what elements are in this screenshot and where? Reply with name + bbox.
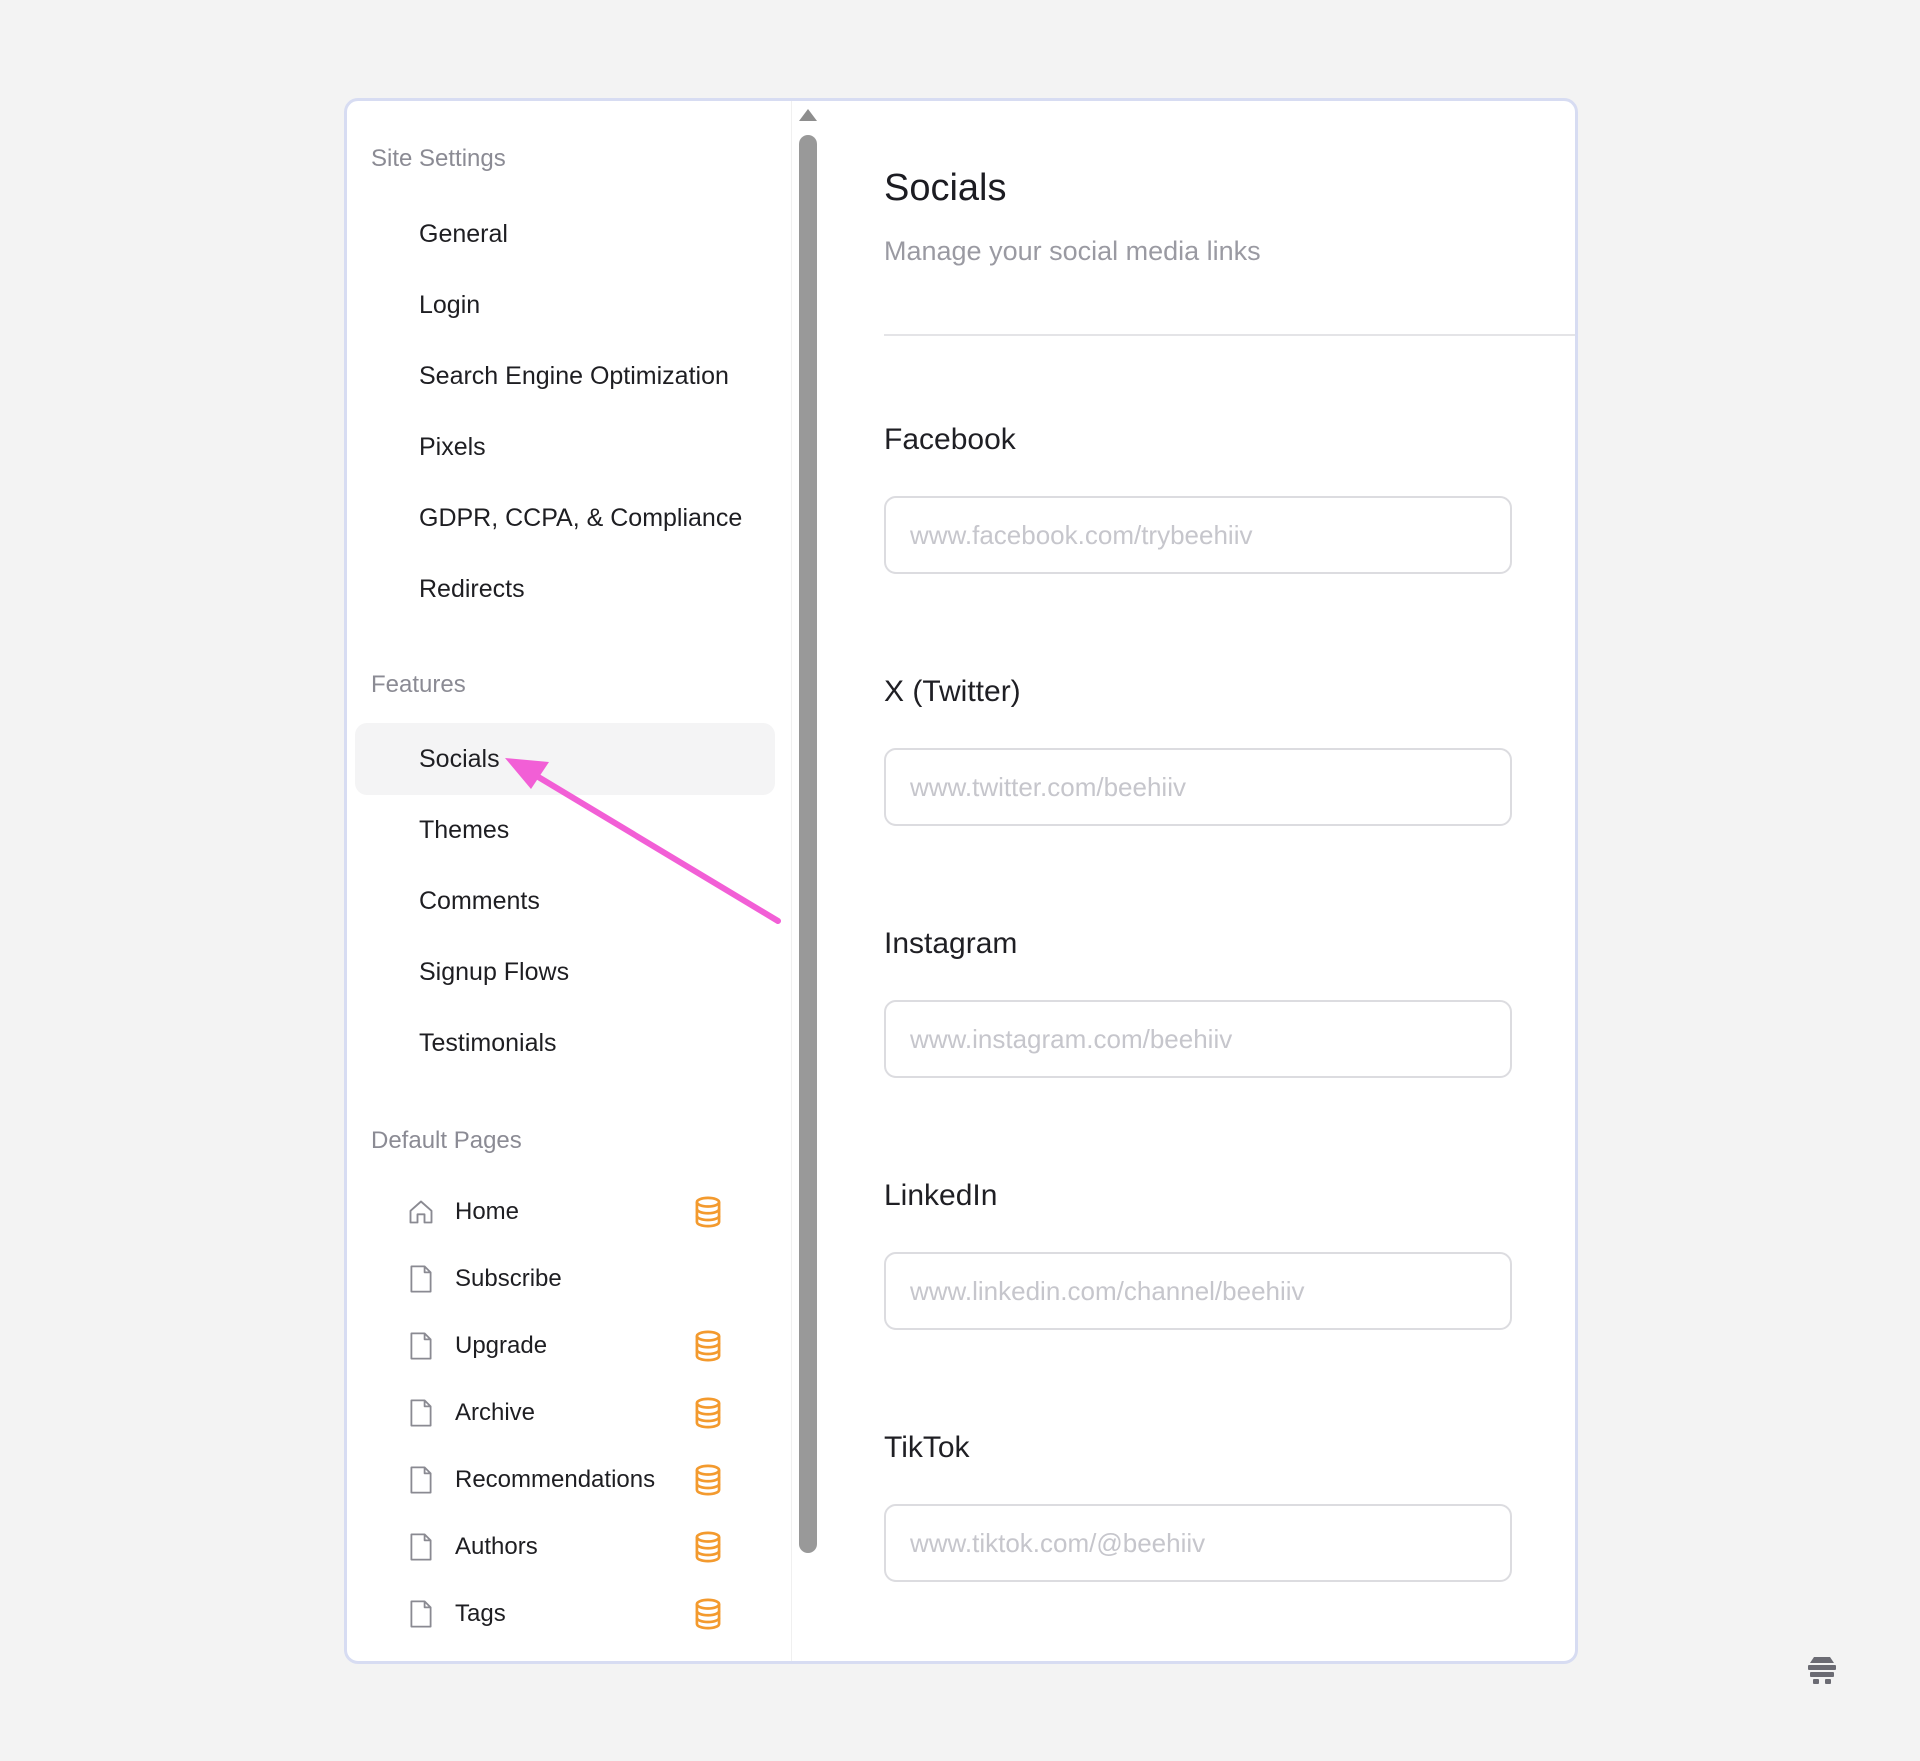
settings-panel: Site Settings General Login Search Engin… <box>344 98 1578 1664</box>
coins-icon <box>693 1330 723 1362</box>
sidebar-item-redirects[interactable]: Redirects <box>355 553 775 625</box>
sidebar-item-testimonials[interactable]: Testimonials <box>355 1007 775 1079</box>
sidebar-item-themes[interactable]: Themes <box>355 794 775 866</box>
coins-icon <box>693 1531 723 1563</box>
sidebar-item-signup-flows[interactable]: Signup Flows <box>355 936 775 1008</box>
sidebar-scrollbar-thumb[interactable] <box>799 135 817 1553</box>
sidebar-item-label: Signup Flows <box>419 957 570 986</box>
sidebar-item-general[interactable]: General <box>355 198 775 270</box>
page-icon <box>407 1263 435 1295</box>
page-item-home[interactable]: Home <box>407 1184 727 1240</box>
coins-icon <box>693 1196 723 1228</box>
sidebar-item-comments[interactable]: Comments <box>355 865 775 937</box>
sidebar-item-login[interactable]: Login <box>355 269 775 341</box>
sidebar-item-label: Pixels <box>419 432 486 461</box>
sidebar-item-label: Redirects <box>419 574 525 603</box>
twitter-label: X (Twitter) <box>884 675 1021 708</box>
page-item-label: Archive <box>455 1399 536 1426</box>
facebook-label: Facebook <box>884 423 1016 456</box>
linkedin-label: LinkedIn <box>884 1179 998 1212</box>
page-item-label: Subscribe <box>455 1265 562 1292</box>
scroll-up-arrow[interactable] <box>799 109 817 121</box>
tiktok-input[interactable] <box>884 1504 1512 1582</box>
tiktok-label: TikTok <box>884 1431 970 1464</box>
sidebar-item-label: Testimonials <box>419 1028 557 1057</box>
page-item-authors[interactable]: Authors <box>407 1519 727 1575</box>
header-divider <box>884 334 1575 336</box>
home-icon <box>407 1196 435 1228</box>
page-item-upgrade[interactable]: Upgrade <box>407 1318 727 1374</box>
page-icon <box>407 1397 435 1429</box>
page-icon <box>407 1598 435 1630</box>
sidebar-item-pixels[interactable]: Pixels <box>355 411 775 483</box>
page-item-label: Recommendations <box>455 1466 656 1493</box>
sidebar-item-label: Themes <box>419 815 510 844</box>
sidebar-item-label: Search Engine Optimization <box>419 361 729 390</box>
coins-icon <box>693 1464 723 1496</box>
page-item-tags[interactable]: Tags <box>407 1586 727 1642</box>
page-item-label: Tags <box>455 1600 506 1627</box>
section-title-features: Features <box>371 671 466 698</box>
sidebar-item-label: GDPR, CCPA, & Compliance <box>419 503 743 532</box>
coins-icon <box>693 1397 723 1429</box>
sidebar-item-socials[interactable]: Socials <box>355 723 775 795</box>
page-item-archive[interactable]: Archive <box>407 1385 727 1441</box>
linkedin-input[interactable] <box>884 1252 1512 1330</box>
sidebar-item-seo[interactable]: Search Engine Optimization <box>355 340 775 412</box>
page-icon <box>407 1330 435 1362</box>
page-subtitle: Manage your social media links <box>884 236 1261 266</box>
page-title: Socials <box>884 167 1007 209</box>
sidebar-item-label: Comments <box>419 886 540 915</box>
page-item-recommendations[interactable]: Recommendations <box>407 1452 727 1508</box>
instagram-input[interactable] <box>884 1000 1512 1078</box>
sidebar-item-compliance[interactable]: GDPR, CCPA, & Compliance <box>355 482 775 554</box>
page-item-label: Authors <box>455 1533 538 1560</box>
page-icon <box>407 1464 435 1496</box>
coins-icon <box>693 1598 723 1630</box>
sidebar-item-label: Login <box>419 290 481 319</box>
sidebar-item-label: General <box>419 219 508 248</box>
page-item-label: Home <box>455 1198 520 1225</box>
settings-sidebar: Site Settings General Login Search Engin… <box>347 101 792 1661</box>
page-item-label: Upgrade <box>455 1332 548 1359</box>
page-icon <box>407 1531 435 1563</box>
twitter-input[interactable] <box>884 748 1512 826</box>
instagram-label: Instagram <box>884 927 1018 960</box>
section-title-default-pages: Default Pages <box>371 1127 522 1154</box>
page-item-subscribe[interactable]: Subscribe <box>407 1251 727 1307</box>
beehiiv-logo-icon <box>1808 1657 1836 1684</box>
section-title-site-settings: Site Settings <box>371 145 506 172</box>
facebook-input[interactable] <box>884 496 1512 574</box>
sidebar-item-label: Socials <box>419 744 500 773</box>
